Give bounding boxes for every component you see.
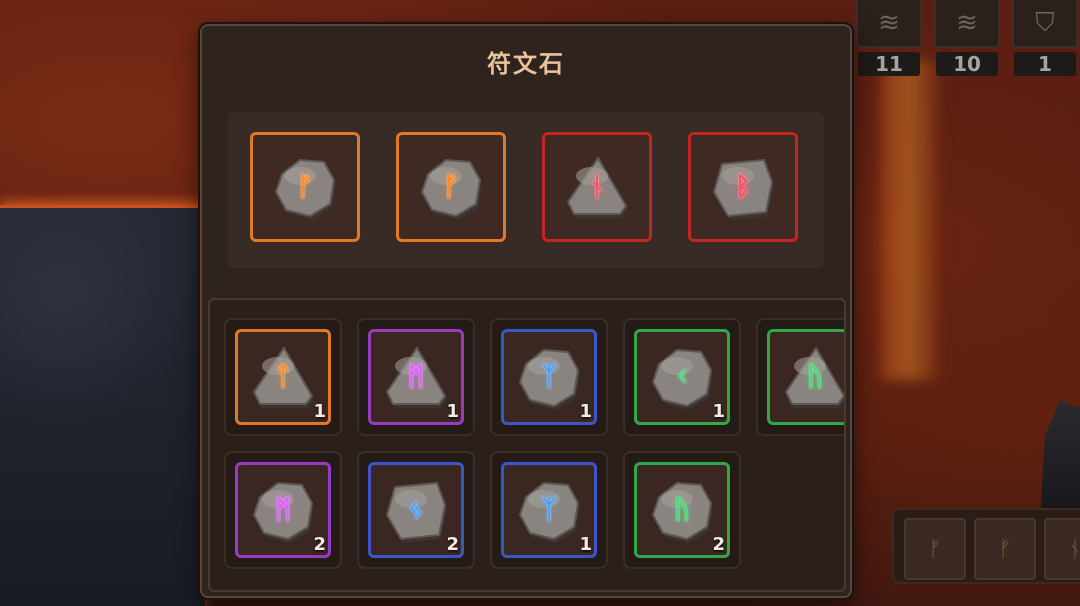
hud-slot-count: 11 xyxy=(858,52,920,76)
rune-count: 2 xyxy=(712,534,725,555)
inventory-rune-slot[interactable]: ᚲ1 xyxy=(623,318,741,436)
rune-glyph: ᛏ xyxy=(275,362,291,392)
inventory-rune-slot[interactable]: ᛉ1 xyxy=(490,318,608,436)
rune-stone-icon: ᛃ xyxy=(381,475,451,545)
rune-glyph: ᚠ xyxy=(443,172,459,202)
hud-inventory-slots: ≋ 11 ≋ 10 ⛉ 1 xyxy=(856,0,1078,76)
quickbar-slot[interactable]: ᚠ xyxy=(974,518,1036,580)
rune-glyph: ᛗ xyxy=(275,495,291,525)
quickbar-slot[interactable]: ᚠ xyxy=(904,518,966,580)
rune-stone-icon: ᛏ xyxy=(248,342,318,412)
rune-glyph: ᚲ xyxy=(674,362,690,392)
rune-inventory-grid[interactable]: ᛏ1 ᛗ1 ᛉ1 ᚲ1 ᚢ ᛗ2 ᛃ2 ᛉ1 ᚢ2 xyxy=(208,298,846,592)
rune-stone-icon: ᚠ xyxy=(270,152,340,222)
hud-slot-count: 1 xyxy=(1014,52,1076,76)
spring-icon: ≋ xyxy=(878,8,900,38)
rune-stone-icon: ᚢ xyxy=(647,475,717,545)
rune-stone-icon: ᛒ xyxy=(708,152,778,222)
rune-glyph: ᚠ xyxy=(297,172,313,202)
rune-glyph: ᚠ xyxy=(928,536,942,562)
rune-glyph: ᚾ xyxy=(1068,537,1080,562)
rune-stone-icon: ᛗ xyxy=(248,475,318,545)
rune-glyph: ᛗ xyxy=(408,362,424,392)
rune-glyph: ᛒ xyxy=(735,172,751,202)
rune-glyph: ᚠ xyxy=(998,536,1012,562)
rune-quickbar: ᚠ ᚠ ᚾ xyxy=(892,508,1080,584)
hud-slot[interactable]: ≋ 11 xyxy=(856,0,922,76)
rock-floor xyxy=(0,205,205,606)
quickbar-slot[interactable]: ᚾ xyxy=(1044,518,1080,580)
lava-edge xyxy=(880,60,940,380)
rune-count: 2 xyxy=(446,534,459,555)
inventory-rune-slot[interactable]: ᚢ2 xyxy=(623,451,741,569)
rune-count: 2 xyxy=(313,534,326,555)
spring-icon: ≋ xyxy=(956,8,978,38)
rune-glyph: ᚢ xyxy=(807,362,823,392)
rune-stone-icon: ᛉ xyxy=(514,475,584,545)
hud-slot[interactable]: ⛉ 1 xyxy=(1012,0,1078,76)
rune-glyph: ᛉ xyxy=(541,495,557,525)
shield-icon: ⛉ xyxy=(1035,7,1055,38)
rune-count: 1 xyxy=(313,401,326,422)
hud-slot-count: 10 xyxy=(936,52,998,76)
rune-stone-icon: ᚢ xyxy=(780,342,844,412)
inventory-rune-slot[interactable]: ᛉ1 xyxy=(490,451,608,569)
rune-glyph: ᚢ xyxy=(674,495,690,525)
rune-frame: ᚢ xyxy=(767,329,844,425)
equipped-rune-slot[interactable]: ᚠ xyxy=(396,132,506,242)
rune-stone-icon: ᛗ xyxy=(381,342,451,412)
rune-stone-icon: ᚲ xyxy=(647,342,717,412)
rune-glyph: ᛉ xyxy=(541,362,557,392)
runestone-panel: 符文石 ᚠ ᚠ ᚾ ᛒ ᛏ1 ᛗ1 ᛉ1 ᚲ1 ᚢ ᛗ2 ᛃ2 ᛉ1 ᚢ2 xyxy=(200,24,852,598)
rune-stone-icon: ᚾ xyxy=(562,152,632,222)
hud-slot[interactable]: ≋ 10 xyxy=(934,0,1000,76)
rune-glyph: ᚾ xyxy=(589,172,605,202)
rune-count: 1 xyxy=(579,401,592,422)
inventory-rune-slot[interactable]: ᛏ1 xyxy=(224,318,342,436)
rune-count: 1 xyxy=(712,401,725,422)
inventory-rune-slot[interactable]: ᚢ xyxy=(756,318,844,436)
rune-stone-icon: ᚠ xyxy=(416,152,486,222)
panel-title: 符文石 xyxy=(487,50,565,78)
inventory-rune-slot[interactable]: ᛗ2 xyxy=(224,451,342,569)
rune-count: 1 xyxy=(446,401,459,422)
inventory-rune-slot[interactable]: ᛗ1 xyxy=(357,318,475,436)
inventory-rune-slot[interactable]: ᛃ2 xyxy=(357,451,475,569)
rune-count: 1 xyxy=(579,534,592,555)
rune-glyph: ᛃ xyxy=(408,495,424,525)
equipped-rune-slot[interactable]: ᚠ xyxy=(250,132,360,242)
equipped-runes-area: ᚠ ᚠ ᚾ ᛒ xyxy=(228,112,824,268)
equipped-rune-slot[interactable]: ᛒ xyxy=(688,132,798,242)
equipped-rune-slot[interactable]: ᚾ xyxy=(542,132,652,242)
rune-stone-icon: ᛉ xyxy=(514,342,584,412)
